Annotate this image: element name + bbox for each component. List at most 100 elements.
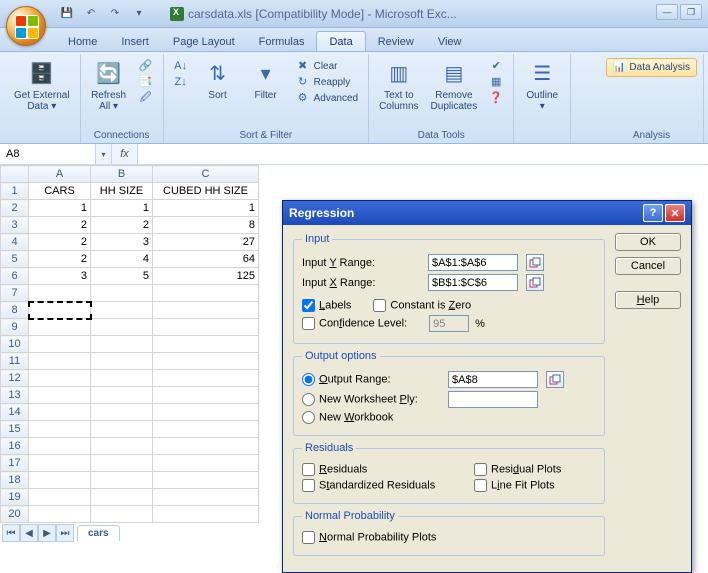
cell[interactable]: 1 xyxy=(91,200,153,217)
std-residuals-checkbox[interactable] xyxy=(302,479,315,492)
help-button[interactable]: Help xyxy=(615,291,681,309)
row-header-20[interactable]: 20 xyxy=(1,506,29,523)
col-header-B[interactable]: B xyxy=(91,166,153,183)
ref-y-button[interactable] xyxy=(526,254,544,271)
cell[interactable]: 2 xyxy=(29,234,91,251)
name-box-dropdown[interactable]: ▾ xyxy=(96,144,112,164)
formula-input[interactable] xyxy=(138,144,708,164)
cell[interactable] xyxy=(91,319,153,336)
row-header-16[interactable]: 16 xyxy=(1,438,29,455)
new-sheet-radio[interactable] xyxy=(302,393,315,406)
new-sheet-input[interactable] xyxy=(448,391,538,408)
office-button[interactable] xyxy=(6,6,46,46)
input-x-range[interactable] xyxy=(428,274,518,291)
line-fit-plots-checkbox[interactable] xyxy=(474,479,487,492)
cell[interactable]: 3 xyxy=(29,268,91,285)
sort-az-button[interactable]: A↓ xyxy=(170,58,192,74)
dialog-title-bar[interactable]: Regression ? ✕ xyxy=(283,201,691,225)
data-validation-button[interactable]: ✔ xyxy=(485,58,507,74)
row-header-11[interactable]: 11 xyxy=(1,353,29,370)
tab-page-layout[interactable]: Page Layout xyxy=(161,32,247,51)
ref-output-button[interactable] xyxy=(546,371,564,388)
tab-data[interactable]: Data xyxy=(316,31,365,51)
text-to-columns-button[interactable]: ▥ Text to Columns xyxy=(375,58,422,114)
cancel-button[interactable]: Cancel xyxy=(615,257,681,275)
cell[interactable]: 27 xyxy=(153,234,259,251)
row-header-2[interactable]: 2 xyxy=(1,200,29,217)
cell[interactable] xyxy=(91,285,153,302)
cell[interactable] xyxy=(153,472,259,489)
sheet-nav-last[interactable]: ⏭ xyxy=(56,524,74,542)
cell[interactable]: 125 xyxy=(153,268,259,285)
cell[interactable] xyxy=(91,472,153,489)
cell[interactable] xyxy=(153,404,259,421)
row-header-14[interactable]: 14 xyxy=(1,404,29,421)
cell[interactable] xyxy=(91,302,153,319)
cell[interactable] xyxy=(29,336,91,353)
save-button[interactable]: 💾 xyxy=(56,3,78,25)
row-header-15[interactable]: 15 xyxy=(1,421,29,438)
sheet-nav-prev[interactable]: ◀ xyxy=(20,524,38,542)
cell[interactable] xyxy=(29,404,91,421)
edit-links-button[interactable]: 🖉 xyxy=(135,90,157,106)
outline-button[interactable]: ☰ Outline ▾ xyxy=(520,58,564,114)
dialog-help-icon[interactable]: ? xyxy=(643,204,663,222)
cell[interactable]: HH SIZE xyxy=(91,183,153,200)
sort-button[interactable]: ⇅ Sort xyxy=(196,58,240,103)
cell[interactable] xyxy=(91,404,153,421)
cell[interactable] xyxy=(153,421,259,438)
col-header-C[interactable]: C xyxy=(153,166,259,183)
row-header-3[interactable]: 3 xyxy=(1,217,29,234)
row-header-4[interactable]: 4 xyxy=(1,234,29,251)
sheet-tab[interactable]: cars xyxy=(77,525,120,541)
select-all-cell[interactable] xyxy=(1,166,29,183)
cell[interactable]: 1 xyxy=(29,200,91,217)
sheet-nav-first[interactable]: ⏮ xyxy=(2,524,20,542)
name-box[interactable]: A8 xyxy=(0,144,96,164)
cell[interactable] xyxy=(153,302,259,319)
cell[interactable]: 4 xyxy=(91,251,153,268)
cell[interactable] xyxy=(153,336,259,353)
tab-formulas[interactable]: Formulas xyxy=(247,32,317,51)
cell[interactable]: 2 xyxy=(29,217,91,234)
sheet-nav-next[interactable]: ▶ xyxy=(38,524,56,542)
cell[interactable] xyxy=(153,387,259,404)
cell[interactable] xyxy=(29,387,91,404)
cell[interactable]: 3 xyxy=(91,234,153,251)
filter-button[interactable]: ▾ Filter xyxy=(244,58,288,103)
remove-duplicates-button[interactable]: ▤ Remove Duplicates xyxy=(427,58,482,114)
restore-button[interactable]: ❐ xyxy=(680,4,702,20)
confidence-input[interactable] xyxy=(429,315,469,332)
cell[interactable] xyxy=(153,455,259,472)
labels-checkbox[interactable] xyxy=(302,299,315,312)
row-header-1[interactable]: 1 xyxy=(1,183,29,200)
confidence-checkbox[interactable] xyxy=(302,317,315,330)
minimize-button[interactable]: — xyxy=(656,4,678,20)
cell[interactable] xyxy=(153,370,259,387)
cell[interactable]: 2 xyxy=(91,217,153,234)
row-header-8[interactable]: 8 xyxy=(1,302,29,319)
cell[interactable] xyxy=(91,438,153,455)
cell[interactable] xyxy=(153,489,259,506)
qat-customize-button[interactable]: ▾ xyxy=(128,3,150,25)
cell[interactable] xyxy=(29,370,91,387)
residuals-checkbox[interactable] xyxy=(302,463,315,476)
row-header-17[interactable]: 17 xyxy=(1,455,29,472)
output-range-input[interactable] xyxy=(448,371,538,388)
cell[interactable] xyxy=(153,438,259,455)
sort-za-button[interactable]: Z↓ xyxy=(170,74,192,90)
cell[interactable]: 2 xyxy=(29,251,91,268)
row-header-10[interactable]: 10 xyxy=(1,336,29,353)
cell[interactable]: CARS xyxy=(29,183,91,200)
cell[interactable] xyxy=(29,506,91,523)
cell[interactable] xyxy=(91,506,153,523)
connections-button[interactable]: 🔗 xyxy=(135,58,157,74)
reapply-button[interactable]: ↻Reapply xyxy=(292,74,362,90)
row-header-6[interactable]: 6 xyxy=(1,268,29,285)
cell[interactable]: 1 xyxy=(153,200,259,217)
cell[interactable] xyxy=(153,319,259,336)
row-header-7[interactable]: 7 xyxy=(1,285,29,302)
input-y-range[interactable] xyxy=(428,254,518,271)
tab-review[interactable]: Review xyxy=(366,32,426,51)
refresh-all-button[interactable]: 🔄 Refresh All ▾ xyxy=(87,58,131,114)
